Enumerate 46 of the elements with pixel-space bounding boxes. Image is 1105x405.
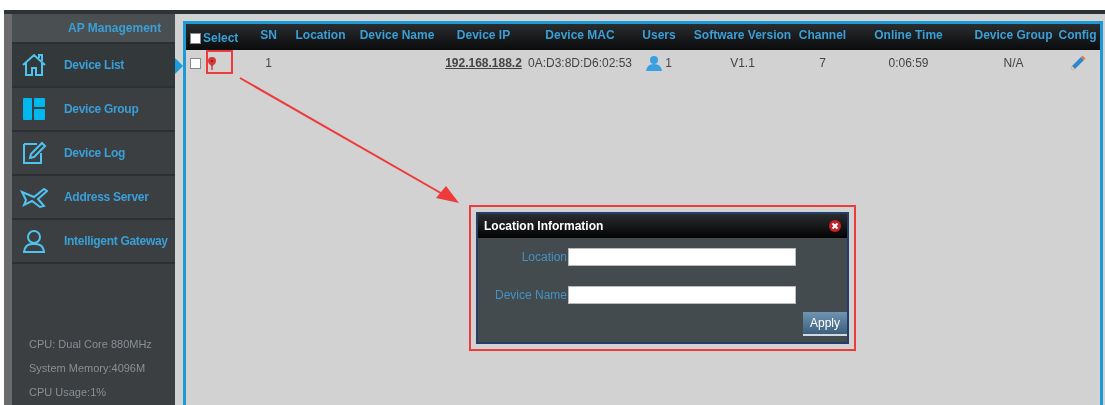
- table-cell-text: 1: [665, 55, 672, 72]
- column-header: Config: [1058, 27, 1097, 44]
- device-ip-link[interactable]: 192.168.188.2: [445, 54, 522, 72]
- table-cell-text: 1: [265, 55, 272, 72]
- text-input-field[interactable]: [568, 248, 796, 266]
- table-cell-text: 7: [819, 55, 826, 72]
- edit-icon: [20, 139, 48, 167]
- house-icon: [20, 51, 48, 79]
- table-cell-text: V1.1: [730, 55, 755, 72]
- column-header: Channel: [798, 27, 847, 44]
- location-pin-icon[interactable]: [207, 56, 217, 70]
- sidebar-item-label: Device Group: [64, 101, 139, 118]
- sidebar-item-label: Address Server: [64, 189, 149, 206]
- sidebar-item-label: Device List: [64, 57, 125, 74]
- column-header: Location: [295, 27, 346, 44]
- text-input-field[interactable]: [568, 286, 796, 304]
- column-header: Device Group: [974, 27, 1053, 44]
- apply-button[interactable]: Apply: [802, 312, 847, 336]
- table-cell-text: 0:06:59: [888, 55, 929, 72]
- sidebar-item-label: Device Log: [64, 145, 126, 162]
- select-all-checkbox[interactable]: [190, 32, 201, 44]
- panels-icon: [20, 95, 48, 123]
- system-stat: CPU Usage:1%: [29, 385, 108, 400]
- edit-pencil-icon[interactable]: [1069, 55, 1086, 71]
- column-header: Device IP: [456, 27, 511, 44]
- column-header: Select: [203, 30, 239, 47]
- table-cell-text: N/A: [1003, 55, 1024, 72]
- highlight-box: [206, 50, 233, 74]
- user-icon: [646, 55, 663, 71]
- column-header: SN: [260, 27, 277, 44]
- column-header: Software Version: [693, 27, 792, 44]
- system-stat: System Memory:4096M: [29, 361, 147, 376]
- dialog-title: Location Information: [484, 218, 604, 235]
- column-header: Device MAC: [545, 27, 615, 44]
- column-header: Users: [642, 27, 676, 44]
- row-checkbox[interactable]: [190, 57, 201, 69]
- field-label: Location: [521, 249, 567, 266]
- field-label: Device Name: [494, 287, 567, 304]
- user-icon: [20, 227, 48, 255]
- system-stat: CPU: Dual Core 880MHz: [29, 337, 153, 352]
- table-cell-text: 0A:D3:8D:D6:02:53: [527, 55, 633, 72]
- column-header: Online Time: [874, 27, 943, 44]
- sidebar-title: AP Management: [68, 20, 162, 37]
- close-icon[interactable]: [829, 220, 841, 232]
- column-header: Device Name: [359, 27, 435, 44]
- sidebar-item-label: Intelligent Gateway: [64, 233, 168, 250]
